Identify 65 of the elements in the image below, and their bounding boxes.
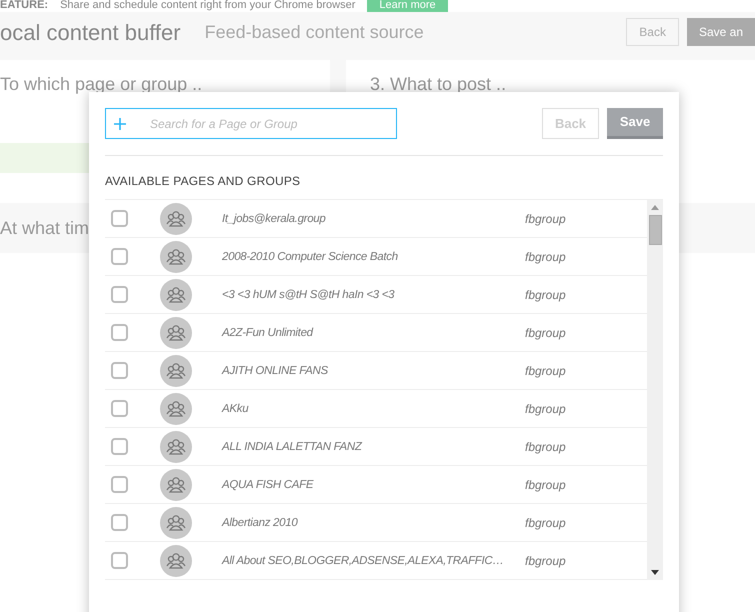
checkbox[interactable] [111,438,128,455]
group-row[interactable]: 2008-2010 Computer Science Batch fbgroup [105,238,647,276]
group-avatar-icon [160,392,192,424]
checkbox[interactable] [111,514,128,531]
group-type: fbgroup [525,514,566,532]
checkbox[interactable] [111,210,128,227]
group-avatar-icon [160,202,192,234]
checkbox[interactable] [111,324,128,341]
group-type: fbgroup [525,552,566,570]
group-type: fbgroup [525,400,566,418]
checkbox[interactable] [111,400,128,417]
group-type: fbgroup [525,324,566,342]
group-row[interactable]: A2Z-Fun Unlimited fbgroup [105,314,647,352]
group-name: A2Z-Fun Unlimited [222,326,314,342]
group-type: fbgroup [525,476,566,494]
scroll-down-icon[interactable] [651,570,659,575]
search-field[interactable]: Search for a Page or Group [105,108,397,139]
group-avatar-icon [160,316,192,348]
page-subtitle: Feed-based content source [204,20,424,44]
group-row[interactable]: Albertianz 2010 fbgroup [105,504,647,542]
group-name: AJITH ONLINE FANS [222,364,329,380]
group-type: fbgroup [525,286,566,304]
checkbox[interactable] [111,248,128,265]
checkbox[interactable] [111,476,128,493]
group-avatar-icon [160,506,192,538]
group-row[interactable]: All About SEO,BLOGGER,ADSENSE,ALEXA,TRAFFIC… fbgroup [105,542,647,580]
group-name: 2008-2010 Computer Science Batch [222,250,399,266]
group-avatar-icon [160,544,192,576]
group-type: fbgroup [525,248,566,266]
page-title: ocal content buffer [0,18,181,46]
group-avatar-icon [160,430,192,462]
scrollbar[interactable] [647,200,663,580]
group-avatar-icon [160,240,192,272]
scroll-up-icon[interactable] [651,205,659,210]
group-name: Albertianz 2010 [222,516,299,532]
step-heading: At what tim [0,216,90,240]
group-row[interactable]: <3 <3 hUM s@tH S@tH haIn <3 <3 fbgroup [105,276,647,314]
checkbox[interactable] [111,552,128,569]
group-row[interactable]: AKku fbgroup [105,390,647,428]
group-name: All About SEO,BLOGGER,ADSENSE,ALEXA,TRAFFIC… [222,554,505,570]
group-type: fbgroup [525,438,566,456]
group-name: It_jobs@kerala.group [222,212,326,228]
group-row[interactable]: AJITH ONLINE FANS fbgroup [105,352,647,390]
search-input[interactable]: Search for a Page or Group [150,114,388,132]
checkbox[interactable] [111,362,128,379]
group-name: AKku [222,402,250,418]
group-type: fbgroup [525,210,566,228]
section-heading: AVAILABLE PAGES AND GROUPS [105,173,302,190]
banner-label: EATURE: [0,0,48,13]
scrollbar-thumb[interactable] [648,215,662,245]
group-avatar-icon [160,354,192,386]
group-name: ALL INDIA LALETTAN FANZ [222,440,364,456]
plus-icon [114,118,126,130]
group-row[interactable]: It_jobs@kerala.group fbgroup [105,200,647,238]
group-avatar-icon [160,468,192,500]
group-type: fbgroup [525,362,566,380]
group-row[interactable]: AQUA FISH CAFE fbgroup [105,466,647,504]
group-avatar-icon [160,278,192,310]
banner-text: Share and schedule content right from your Chrome browser [60,0,356,13]
group-name: <3 <3 hUM s@tH S@tH haIn <3 <3 [222,288,396,304]
checkbox[interactable] [111,286,128,303]
save-button[interactable]: Save [607,108,663,139]
group-name: AQUA FISH CAFE [222,478,315,494]
group-row[interactable]: ALL INDIA LALETTAN FANZ fbgroup [105,428,647,466]
save-button[interactable]: Save an [686,18,755,46]
